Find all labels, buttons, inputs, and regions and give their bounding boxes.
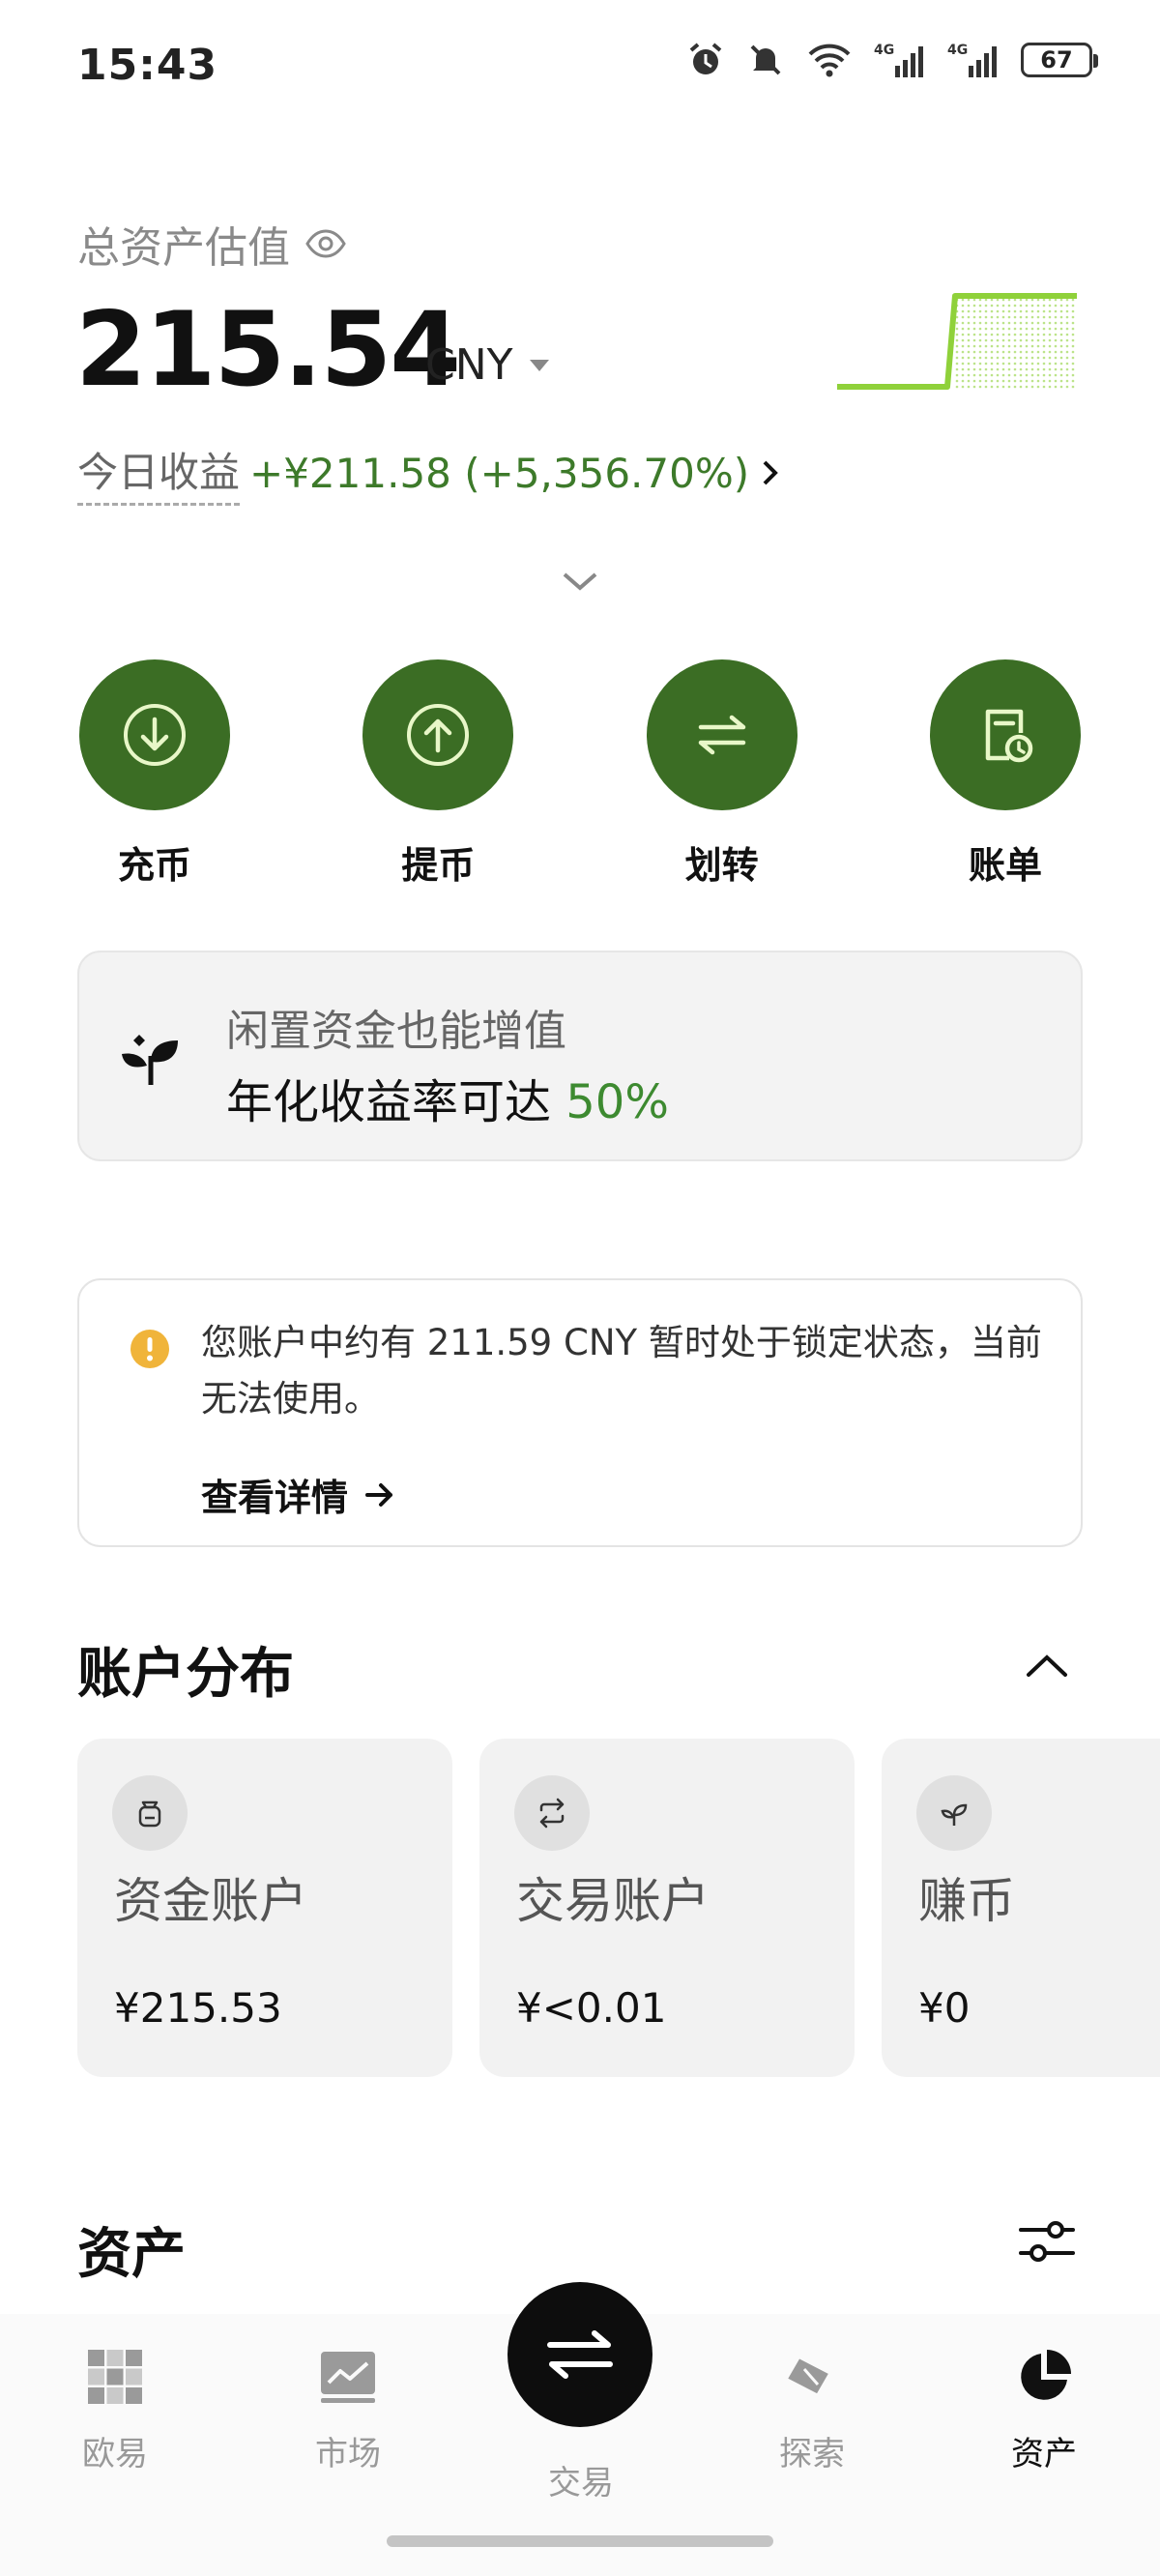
svg-text:4G: 4G [947, 43, 968, 58]
nav-item-assets[interactable]: 资产 [976, 2348, 1112, 2474]
warning-icon [130, 1330, 169, 1368]
nav-label: 探索 [779, 2435, 845, 2474]
nav-label: 欧易 [82, 2435, 148, 2474]
promo-rate: 50% [566, 1075, 669, 1129]
signal-4g-icon: 4G [874, 43, 923, 77]
promo-headline: 年化收益率可达 50% [226, 1064, 669, 1131]
explore-compass-icon [788, 2358, 828, 2394]
earn-account-card[interactable]: 赚币 ¥0 [882, 1739, 1160, 2077]
account-name: 交易账户 [516, 1873, 710, 1929]
locked-funds-text: 您账户中约有 211.59 CNY 暂时处于锁定状态，当前无法使用。 [201, 1322, 1042, 1420]
trade-swap-icon [547, 2330, 613, 2379]
currency-label: CNY [425, 340, 513, 390]
bill-icon [929, 659, 1081, 810]
wifi-icon [808, 44, 851, 77]
expand-chevron-icon[interactable] [559, 569, 601, 594]
total-assets-label: 总资产估值 [77, 213, 346, 275]
assets-sparkline [837, 293, 1077, 390]
sprout-icon [916, 1775, 992, 1851]
account-cards: 资金账户 ¥215.53 交易账户 ¥<0.01 赚币 ¥0 [77, 1739, 1160, 2077]
alarm-icon [689, 43, 722, 74]
funding-account-card[interactable]: 资金账户 ¥215.53 [77, 1739, 452, 2077]
nav-label: 市场 [315, 2435, 381, 2474]
account-name: 资金账户 [114, 1873, 307, 1929]
transfer-button[interactable]: 划转 [625, 659, 819, 889]
trade-fab-button[interactable] [508, 2282, 652, 2427]
promo-subtitle: 闲置资金也能增值 [226, 1007, 566, 1056]
nav-item-okx[interactable]: 欧易 [47, 2348, 183, 2474]
status-icons: 4G 4G 67 [686, 41, 1098, 79]
chevron-right-icon [763, 460, 778, 485]
account-value: ¥<0.01 [516, 1984, 667, 2032]
assets-section-title: 资产 [77, 2223, 186, 2286]
transfer-icon [646, 659, 798, 810]
account-value: ¥0 [918, 1984, 971, 2032]
signal-4g-icon: 4G [947, 43, 997, 77]
deposit-label: 充币 [117, 844, 191, 887]
deposit-icon [79, 659, 230, 810]
withdraw-icon [362, 659, 514, 810]
nav-item-market[interactable]: 市场 [280, 2348, 416, 2474]
bill-label: 账单 [968, 844, 1042, 887]
sprout-leaf-icon [122, 1035, 178, 1085]
promo-headline-text: 年化收益率可达 [226, 1075, 566, 1129]
eye-icon[interactable] [305, 229, 346, 258]
market-chart-icon [321, 2352, 375, 2403]
nav-item-explore[interactable]: 探索 [744, 2348, 880, 2474]
okx-logo-icon [88, 2350, 142, 2404]
deposit-button[interactable]: 充币 [58, 659, 251, 889]
wallet-icon [112, 1775, 188, 1851]
caret-down-icon [529, 359, 549, 371]
nav-label: 资产 [1011, 2435, 1077, 2474]
account-distribution-title: 账户分布 [77, 1643, 294, 1706]
battery-icon: 67 [1021, 43, 1098, 77]
today-pnl-row[interactable]: 今日收益 +¥211.58 (+5,356.70%) [77, 440, 782, 506]
nav-label-trade[interactable]: 交易 [547, 2456, 615, 2503]
trading-account-card[interactable]: 交易账户 ¥<0.01 [479, 1739, 855, 2077]
transfer-label: 划转 [684, 844, 759, 887]
view-details-link[interactable]: 查看详情 [201, 1468, 394, 1521]
bill-button[interactable]: 账单 [909, 659, 1102, 889]
filter-sliders-icon[interactable] [1017, 2214, 1077, 2269]
mute-icon [750, 44, 781, 75]
today-pnl-value: +¥211.58 (+5,356.70%) [249, 449, 750, 497]
exchange-icon [514, 1775, 590, 1851]
withdraw-button[interactable]: 提币 [341, 659, 535, 889]
home-indicator[interactable] [387, 2535, 773, 2547]
assets-pie-icon [1021, 2350, 1071, 2400]
status-time: 15:43 [77, 41, 218, 90]
today-pnl-label: 今日收益 [77, 440, 241, 506]
total-assets-value: 215.54 [75, 290, 461, 409]
collapse-chevron-icon[interactable] [1023, 1650, 1071, 1681]
svg-text:4G: 4G [874, 43, 894, 58]
account-name: 赚币 [918, 1873, 1015, 1929]
quick-actions: 充币 提币 划转 账单 [58, 659, 1102, 889]
total-assets-label-text: 总资产估值 [77, 223, 290, 273]
currency-selector[interactable]: CNY [425, 340, 550, 390]
withdraw-label: 提币 [401, 844, 476, 887]
view-details-label: 查看详情 [201, 1477, 349, 1519]
account-value: ¥215.53 [114, 1984, 282, 2032]
arrow-right-icon [365, 1482, 393, 1507]
